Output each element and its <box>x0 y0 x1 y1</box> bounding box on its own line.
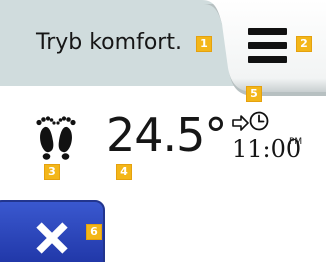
mode-title: Tryb komfort. <box>36 30 182 55</box>
hamburger-menu-icon[interactable] <box>248 28 287 64</box>
current-temperature: 24.5° <box>106 108 227 162</box>
annotation-badge: 1 <box>196 36 212 52</box>
close-icon <box>36 222 68 254</box>
hamburger-line <box>248 56 287 63</box>
annotation-badge: 2 <box>296 36 312 52</box>
annotation-badge: 3 <box>44 164 60 180</box>
next-event-ampm: PM <box>289 137 303 147</box>
feet-icon <box>36 116 76 160</box>
schedule-clock-icon <box>232 111 269 131</box>
hamburger-line <box>248 28 287 35</box>
thermostat-screen: Tryb komfort. 24.5° 11:00 PM 1 2 3 4 5 6 <box>0 0 326 262</box>
hamburger-line <box>248 42 287 49</box>
annotation-badge: 5 <box>246 86 262 102</box>
annotation-badge: 4 <box>116 164 132 180</box>
annotation-badge: 6 <box>86 224 102 240</box>
